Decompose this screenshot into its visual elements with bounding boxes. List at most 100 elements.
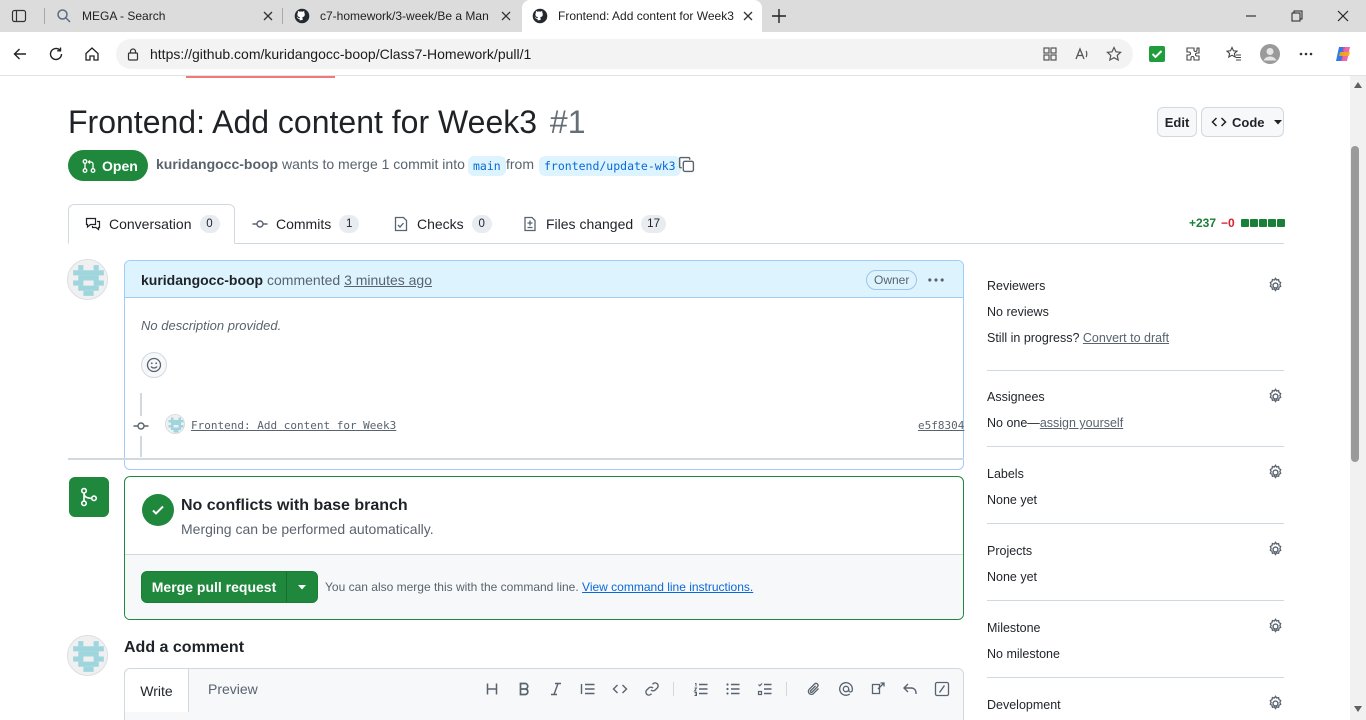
- browser-tab-pr[interactable]: Frontend: Add content for Week3: [522, 0, 762, 32]
- merge-status-title: No conflicts with base branch: [181, 497, 408, 514]
- slash-commands-icon[interactable]: [931, 678, 953, 700]
- close-window-icon[interactable]: [1328, 1, 1358, 31]
- head-branch[interactable]: frontend/update-wk3: [539, 156, 681, 176]
- home-icon[interactable]: [77, 39, 107, 69]
- merge-method-dropdown[interactable]: [287, 572, 317, 602]
- favorites-icon[interactable]: [1219, 39, 1249, 69]
- comment-time[interactable]: 3 minutes ago: [344, 272, 432, 288]
- comment-author[interactable]: kuridangocc-boop: [141, 272, 263, 288]
- diffstat-blocks: [1240, 219, 1285, 227]
- quote-icon[interactable]: [577, 678, 599, 700]
- browser-tab-homework[interactable]: c7-homework/3-week/Be a Man Ca: [284, 0, 520, 32]
- heading-icon[interactable]: [481, 678, 503, 700]
- reload-icon[interactable]: [41, 39, 71, 69]
- profile-icon[interactable]: [1255, 39, 1285, 69]
- projects-heading[interactable]: Projects: [987, 544, 1032, 558]
- avatar[interactable]: [67, 635, 108, 676]
- base-branch[interactable]: main: [468, 156, 506, 176]
- browser-tab-mega[interactable]: MEGA - Search: [46, 0, 282, 32]
- link-icon[interactable]: [641, 678, 663, 700]
- labels-heading[interactable]: Labels: [987, 467, 1024, 481]
- assign-yourself-link[interactable]: assign yourself: [1040, 416, 1123, 430]
- numbered-list-icon[interactable]: [690, 678, 712, 700]
- gear-icon[interactable]: [1267, 277, 1284, 294]
- tab-label: Checks: [417, 216, 464, 232]
- diffstat-block: [1267, 219, 1276, 227]
- sidebar-divider: [987, 370, 1284, 371]
- tab-files-changed[interactable]: Files changed 17: [522, 204, 666, 244]
- avatar[interactable]: [165, 414, 185, 434]
- extensions-icon[interactable]: [1178, 39, 1208, 69]
- write-tab[interactable]: Write: [124, 668, 189, 712]
- comment-action: commented: [267, 272, 341, 288]
- task-list-icon[interactable]: [754, 678, 776, 700]
- code-icon[interactable]: [609, 678, 631, 700]
- toolbar-divider: [673, 682, 674, 696]
- gear-icon[interactable]: [1267, 388, 1284, 405]
- site-info-icon[interactable]: [126, 47, 140, 61]
- tab-checks[interactable]: Checks 0: [393, 204, 492, 244]
- minimize-icon[interactable]: [1236, 1, 1266, 31]
- copilot-icon[interactable]: [1328, 39, 1358, 69]
- tab-conversation[interactable]: Conversation 0: [85, 204, 220, 244]
- paperclip-icon[interactable]: [803, 678, 825, 700]
- mention-icon[interactable]: [835, 678, 857, 700]
- italic-icon[interactable]: [545, 678, 567, 700]
- close-icon[interactable]: [734, 2, 762, 30]
- tab-count: 0: [471, 215, 492, 233]
- commit-message-link[interactable]: Frontend: Add content for Week3: [191, 419, 396, 432]
- close-icon[interactable]: [492, 2, 520, 30]
- sidebar-divider: [987, 523, 1284, 524]
- preview-tab[interactable]: Preview: [208, 681, 258, 697]
- extension-check-icon[interactable]: [1142, 39, 1172, 69]
- tab-title: c7-homework/3-week/Be a Man Ca: [320, 9, 492, 23]
- milestone-heading[interactable]: Milestone: [987, 621, 1041, 635]
- reply-icon[interactable]: [899, 678, 921, 700]
- development-heading[interactable]: Development: [987, 698, 1061, 712]
- assignees-none: No one—: [987, 416, 1040, 430]
- gear-icon[interactable]: [1267, 618, 1284, 635]
- more-menu-icon[interactable]: [1291, 39, 1321, 69]
- draft-prefix: Still in progress?: [987, 331, 1080, 345]
- labels-value: None yet: [987, 493, 1038, 507]
- diffstat-block: [1258, 219, 1267, 227]
- edit-button[interactable]: Edit: [1157, 107, 1197, 137]
- merge-button-group: Merge pull request: [141, 571, 318, 603]
- gear-icon[interactable]: [1267, 464, 1284, 481]
- assignees-heading[interactable]: Assignees: [987, 390, 1045, 404]
- command-line-instructions-link[interactable]: View command line instructions.: [582, 580, 753, 594]
- close-icon[interactable]: [254, 2, 282, 30]
- projects-value: None yet: [987, 570, 1038, 584]
- merge-text: wants to merge 1 commit into: [282, 156, 465, 172]
- favorite-star-icon[interactable]: [1099, 39, 1129, 69]
- convert-to-draft-link[interactable]: Convert to draft: [1083, 331, 1169, 345]
- kebab-horizontal-icon[interactable]: [927, 271, 945, 289]
- reviewers-heading[interactable]: Reviewers: [987, 279, 1045, 293]
- tab-actions-icon[interactable]: [4, 1, 34, 31]
- add-reaction-button[interactable]: [141, 352, 167, 378]
- new-tab-button[interactable]: [764, 1, 794, 31]
- back-icon[interactable]: [5, 39, 35, 69]
- avatar[interactable]: [67, 259, 108, 300]
- bold-icon[interactable]: [513, 678, 535, 700]
- gear-icon[interactable]: [1267, 695, 1284, 712]
- scroll-down-icon[interactable]: [1354, 706, 1362, 712]
- pr-author-link[interactable]: kuridangocc-boop: [156, 156, 278, 172]
- commit-sha-link[interactable]: e5f8304: [918, 419, 964, 432]
- tab-commits[interactable]: Commits 1: [252, 204, 360, 244]
- cross-reference-icon[interactable]: [867, 678, 889, 700]
- merge-actions: Merge pull request You can also merge th…: [125, 554, 963, 619]
- merge-pull-request-button[interactable]: Merge pull request: [142, 572, 287, 602]
- code-button[interactable]: Code: [1201, 107, 1284, 137]
- copy-icon[interactable]: [678, 156, 695, 173]
- add-comment-heading: Add a comment: [124, 639, 245, 656]
- bulleted-list-icon[interactable]: [722, 678, 744, 700]
- app-available-icon[interactable]: [1035, 39, 1065, 69]
- gear-icon[interactable]: [1267, 541, 1284, 558]
- read-aloud-icon[interactable]: [1067, 39, 1097, 69]
- scrollbar-thumb[interactable]: [1351, 146, 1359, 462]
- restore-icon[interactable]: [1282, 1, 1312, 31]
- toolbar-divider: [786, 682, 787, 696]
- diffstat-block: [1249, 219, 1258, 227]
- scroll-up-icon[interactable]: [1354, 82, 1362, 88]
